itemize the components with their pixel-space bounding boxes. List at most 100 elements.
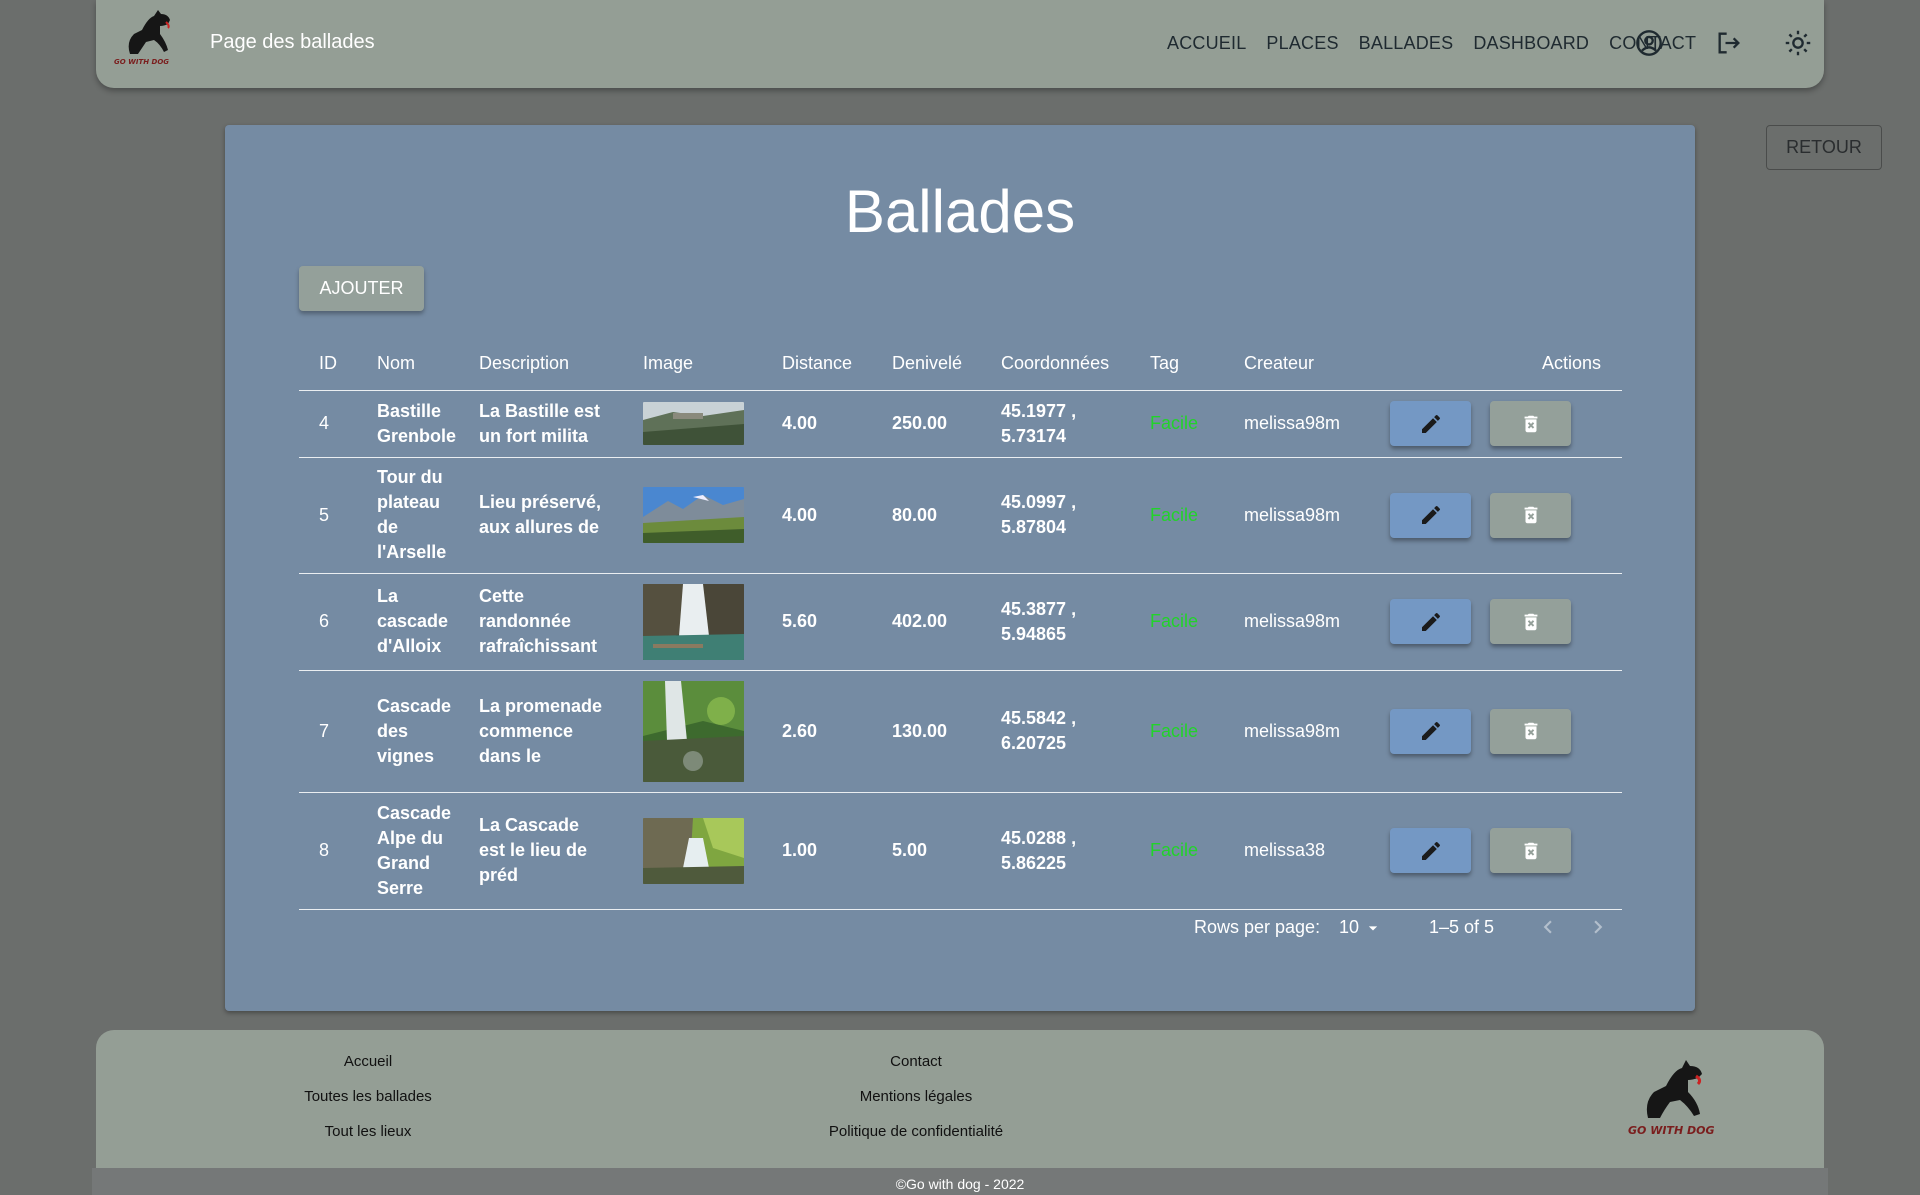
footer-link-accueil[interactable]: Accueil [218,1053,518,1070]
delete-button[interactable] [1490,599,1571,644]
main-paper: Ballades AJOUTER ID Nom Description Imag… [225,125,1695,1011]
cell-description: Cette randonnée rafraîchissant [459,573,623,671]
cell-id: 5 [299,457,357,574]
nav-places[interactable]: PLACES [1266,33,1338,54]
cell-tag: Facile [1130,457,1224,574]
cell-createur: melissa98m [1224,670,1370,793]
nav-accueil[interactable]: ACCUEIL [1167,33,1246,54]
cell-image [623,390,762,458]
footer-link-contact[interactable]: Contact [766,1053,1066,1070]
col-actions: Actions [1370,337,1622,391]
col-createur: Createur [1224,337,1370,391]
page-range: 1–5 of 5 [1429,917,1495,937]
col-description: Description [459,337,623,391]
cell-id: 4 [299,390,357,458]
footer-link-lieux[interactable]: Tout les lieux [218,1123,518,1140]
table-header-row: ID Nom Description Image Distance Denive… [299,337,1622,391]
cell-distance: 4.00 [762,457,872,574]
edit-button[interactable] [1390,828,1471,873]
pencil-icon [1421,721,1440,740]
cell-id: 6 [299,573,357,671]
cell-tag: Facile [1130,792,1224,910]
copyright-bar: ©Go with dog - 2022 [92,1168,1828,1195]
col-coordonnees: Coordonnées [981,337,1130,391]
cell-actions [1370,792,1622,910]
edit-button[interactable] [1390,599,1471,644]
cell-createur: melissa98m [1224,457,1370,574]
prev-page-icon[interactable] [1535,914,1561,940]
edit-button[interactable] [1390,492,1471,538]
cell-nom: Cascade des vignes [357,670,459,793]
logout-icon[interactable] [1715,29,1743,57]
footer: Accueil Toutes les ballades Tout les lie… [96,1030,1824,1168]
footer-link-politique[interactable]: Politique de confidentialité [766,1123,1066,1140]
table-pagination: Rows per page: 10 1–5 of 5 [225,912,1695,942]
cell-tag: Facile [1130,390,1224,458]
delete-button[interactable] [1490,401,1571,446]
footer-link-ballades[interactable]: Toutes les ballades [218,1088,518,1105]
cell-tag: Facile [1130,573,1224,671]
cell-distance: 5.60 [762,573,872,671]
cell-description: La Bastille est un fort milita [459,390,623,458]
account-circle-icon[interactable] [1635,29,1663,57]
cell-tag: Facile [1130,670,1224,793]
trash-icon [1524,842,1537,859]
delete-button[interactable] [1490,708,1571,754]
retour-button[interactable]: RETOUR [1766,125,1882,170]
table-row: 5 Tour du plateau de l'Arselle Lieu préserv… [299,457,1622,574]
trash-icon [1524,722,1537,740]
trash-icon [1524,613,1537,630]
edit-button[interactable] [1390,708,1471,754]
cell-description: La promenade commence dans le [459,670,623,793]
top-navbar: GO WITH DOG Page des ballades ACCUEIL PL… [96,0,1824,88]
cell-distance: 2.60 [762,670,872,793]
page-title-header: Page des ballades [210,31,375,53]
cell-denivele: 402.00 [872,573,981,671]
footer-link-mentions[interactable]: Mentions légales [766,1088,1066,1105]
nav-dashboard[interactable]: DASHBOARD [1473,33,1589,54]
cell-nom: Tour du plateau de l'Arselle [357,457,459,574]
cell-denivele: 250.00 [872,390,981,458]
cell-image [623,457,762,574]
cell-coordonnees: 45.3877 , 5.94865 [981,573,1130,671]
col-denivele: Denivelé [872,337,981,391]
edit-button[interactable] [1390,401,1471,446]
page-title: Ballades [844,178,1076,245]
pencil-icon [1421,505,1440,524]
cell-nom: Cascade Alpe du Grand Serre [357,792,459,910]
col-tag: Tag [1130,337,1224,391]
trash-icon [1524,506,1537,524]
delete-button[interactable] [1490,828,1571,873]
ballade-thumbnail [643,583,744,660]
next-page-icon[interactable] [1585,914,1611,940]
ballades-table: ID Nom Description Image Distance Denive… [299,337,1622,910]
cell-createur: melissa38 [1224,792,1370,910]
cell-image [623,670,762,793]
add-button[interactable]: AJOUTER [299,266,424,311]
cell-description: La Cascade est le lieu de préd [459,792,623,910]
cell-createur: melissa98m [1224,573,1370,671]
table-row: 6 La cascade d'Alloix Cette randonnée rafraî… [299,573,1622,671]
delete-button[interactable] [1490,492,1571,538]
svg-text:GO WITH DOG: GO WITH DOG [114,58,169,66]
cell-createur: melissa98m [1224,390,1370,458]
cell-nom: Bastille Grenbole [357,390,459,458]
cell-distance: 1.00 [762,792,872,910]
pencil-icon [1421,414,1440,433]
cell-image [623,792,762,910]
cell-coordonnees: 45.5842 , 6.20725 [981,670,1130,793]
cell-nom: La cascade d'Alloix [357,573,459,671]
cell-image [623,573,762,671]
cell-actions [1370,670,1622,793]
cell-actions [1370,390,1622,458]
nav-links: ACCUEIL PLACES BALLADES DASHBOARD CONTAC… [1167,33,1716,54]
cell-actions [1370,457,1622,574]
trash-icon [1524,415,1537,432]
ballade-thumbnail [643,680,744,782]
light-mode-icon[interactable] [1784,29,1812,57]
dog-logo[interactable]: GO WITH DOG [108,4,184,66]
col-nom: Nom [357,337,459,391]
cell-denivele: 80.00 [872,457,981,574]
nav-ballades[interactable]: BALLADES [1359,33,1454,54]
rows-per-page-select[interactable]: 10 [1339,917,1383,938]
